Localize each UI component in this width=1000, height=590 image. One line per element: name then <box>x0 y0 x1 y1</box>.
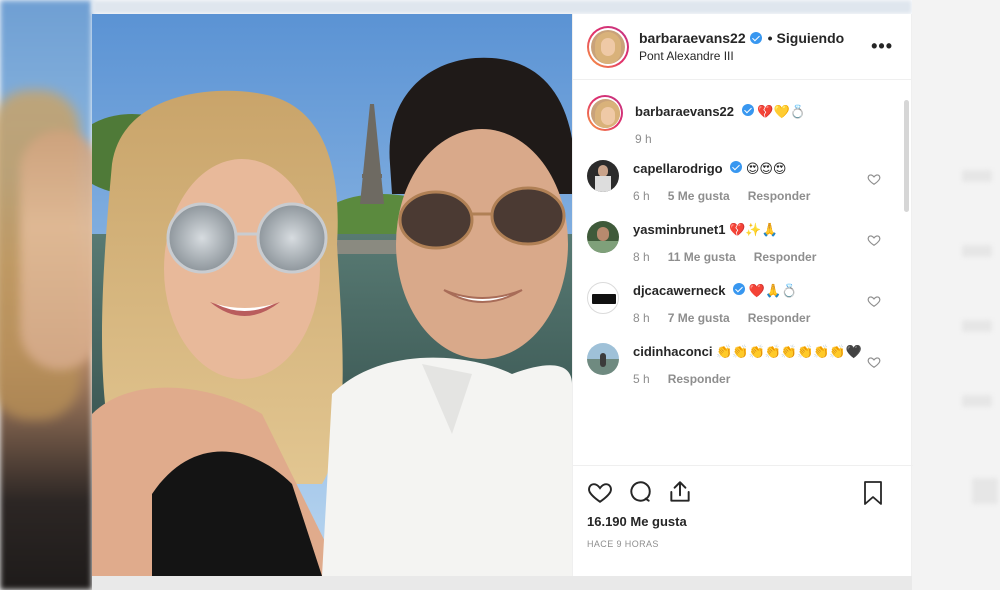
like-comment-heart-icon[interactable] <box>867 172 881 186</box>
reply-button[interactable]: Responder <box>668 372 731 386</box>
verified-badge-icon <box>749 32 762 44</box>
post-photo[interactable] <box>92 14 572 576</box>
reply-button[interactable]: Responder <box>754 250 817 264</box>
author-username[interactable]: barbaraevans22 <box>639 30 746 46</box>
comment-item: cidinhaconci 👏👏👏👏👏👏👏👏🖤 5 h Responder <box>587 343 899 386</box>
comment-time[interactable]: 6 h <box>633 189 650 203</box>
verified-badge-icon <box>741 104 754 116</box>
verified-badge-icon <box>730 161 743 173</box>
like-comment-heart-icon[interactable] <box>867 233 881 247</box>
share-icon[interactable] <box>667 479 693 505</box>
commenter-avatar[interactable] <box>587 160 619 192</box>
post-header: barbaraevans22 • Siguiendo Pont Alexandr… <box>573 14 911 80</box>
caption-time[interactable]: 9 h <box>635 132 652 146</box>
post-timestamp[interactable]: HACE 9 HORAS <box>587 539 899 549</box>
comment-username[interactable]: yasminbrunet1 <box>633 222 725 237</box>
like-heart-icon[interactable] <box>587 479 613 505</box>
commenter-avatar[interactable] <box>587 221 619 253</box>
comment-text: 😍😍😍 <box>745 162 787 177</box>
comment-time[interactable]: 8 h <box>633 311 650 325</box>
more-options-icon[interactable]: ••• <box>871 36 893 57</box>
likes-count[interactable]: 16.190 Me gusta <box>587 514 899 529</box>
blurred-panel-right <box>912 0 1000 590</box>
post-location[interactable]: Pont Alexandre III <box>639 49 844 63</box>
comment-bubble-icon[interactable] <box>627 479 653 505</box>
comment-username[interactable]: cidinhaconci <box>633 344 712 359</box>
caption-username[interactable]: barbaraevans22 <box>635 104 734 119</box>
caption-text: 💔💛💍 <box>757 105 806 120</box>
post-caption: barbaraevans22 💔💛💍 9 h <box>587 95 899 146</box>
comments-list: barbaraevans22 💔💛💍 9 h capellarodrigo 😍😍… <box>573 81 913 465</box>
comments-scrollbar[interactable] <box>904 100 909 212</box>
selfie-image <box>92 14 572 576</box>
comment-username[interactable]: capellarodrigo <box>633 161 723 176</box>
comment-item: yasminbrunet1 💔✨🙏 8 h 11 Me gusta Respon… <box>587 221 899 264</box>
comment-text: 👏👏👏👏👏👏👏👏🖤 <box>716 345 862 360</box>
comment-likes[interactable]: 11 Me gusta <box>668 250 736 264</box>
like-comment-heart-icon[interactable] <box>867 355 881 369</box>
author-avatar[interactable] <box>587 25 629 68</box>
save-bookmark-icon[interactable] <box>861 480 885 506</box>
comment-text: 💔✨🙏 <box>729 223 778 238</box>
comment-item: capellarodrigo 😍😍😍 6 h 5 Me gusta Respon… <box>587 160 899 203</box>
comment-text: ❤️🙏💍 <box>748 284 798 299</box>
commenter-avatar[interactable] <box>587 282 619 314</box>
blurred-photo-top <box>92 0 912 14</box>
reply-button[interactable]: Responder <box>748 189 811 203</box>
comment-time[interactable]: 8 h <box>633 250 650 264</box>
blurred-photo-left <box>0 0 100 590</box>
comment-time[interactable]: 5 h <box>633 372 650 386</box>
reply-button[interactable]: Responder <box>748 311 811 325</box>
post-actions: 16.190 Me gusta HACE 9 HORAS <box>573 465 913 549</box>
commenter-avatar[interactable] <box>587 343 619 375</box>
comment-username[interactable]: djcacawerneck <box>633 283 726 298</box>
like-comment-heart-icon[interactable] <box>867 294 881 308</box>
comment-likes[interactable]: 5 Me gusta <box>668 189 730 203</box>
verified-badge-icon <box>733 283 746 295</box>
caption-avatar[interactable] <box>587 95 623 131</box>
post-side-panel: barbaraevans22 • Siguiendo Pont Alexandr… <box>572 14 913 576</box>
comment-likes[interactable]: 7 Me gusta <box>668 311 730 325</box>
blurred-photo-bottom <box>92 576 912 590</box>
comment-item: djcacawerneck ❤️🙏💍 8 h 7 Me gusta Respon… <box>587 282 899 325</box>
separator-dot: • <box>767 30 773 46</box>
following-button[interactable]: Siguiendo <box>777 30 845 46</box>
